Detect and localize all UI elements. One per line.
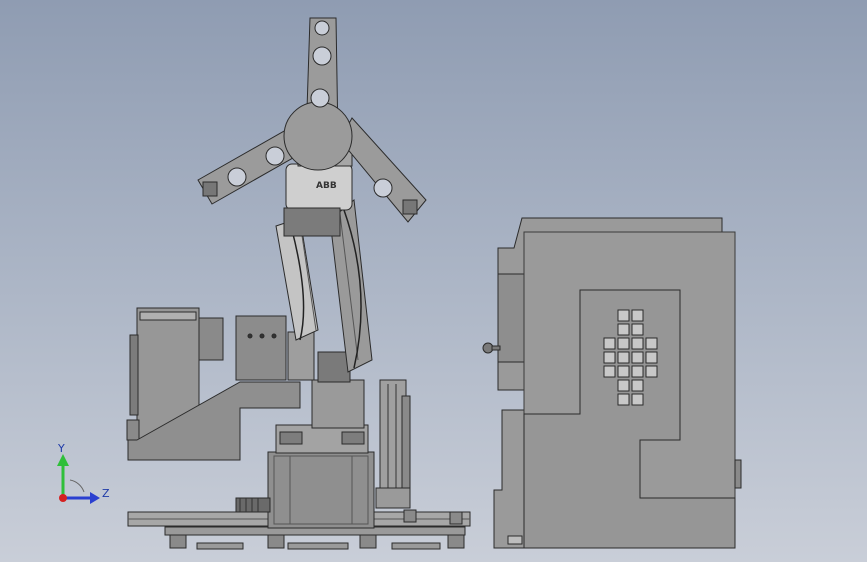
part-magazine[interactable]: [375, 379, 463, 525]
keypad-key[interactable]: [631, 379, 644, 392]
keypad-key[interactable]: [603, 337, 616, 350]
y-axis-label: Y: [57, 442, 65, 455]
keypad-key[interactable]: [617, 337, 630, 350]
keypad-key[interactable]: [603, 351, 616, 364]
keypad-key[interactable]: [631, 309, 644, 322]
keypad-key[interactable]: [645, 365, 658, 378]
keypad-key[interactable]: [631, 337, 644, 350]
robot-logo: ABB: [316, 181, 337, 191]
keypad-key[interactable]: [617, 365, 630, 378]
keypad-key[interactable]: [617, 309, 630, 322]
feeder-unit[interactable]: [126, 307, 301, 461]
keypad-key[interactable]: [631, 365, 644, 378]
keypad-key[interactable]: [645, 351, 658, 364]
cnc-machine[interactable]: [482, 217, 742, 549]
keypad-key[interactable]: [603, 365, 616, 378]
keypad-key[interactable]: [617, 393, 630, 406]
keypad-key[interactable]: [617, 323, 630, 336]
keypad-key[interactable]: [631, 351, 644, 364]
z-axis-label: Z: [102, 487, 110, 500]
keypad-key[interactable]: [631, 323, 644, 336]
keypad-key[interactable]: [617, 351, 630, 364]
keypad-key[interactable]: [631, 393, 644, 406]
cad-viewport[interactable]: ABB Y Z: [0, 0, 867, 562]
keypad-key[interactable]: [617, 379, 630, 392]
axis-triad: Y Z: [57, 442, 110, 504]
keypad-key[interactable]: [645, 337, 658, 350]
